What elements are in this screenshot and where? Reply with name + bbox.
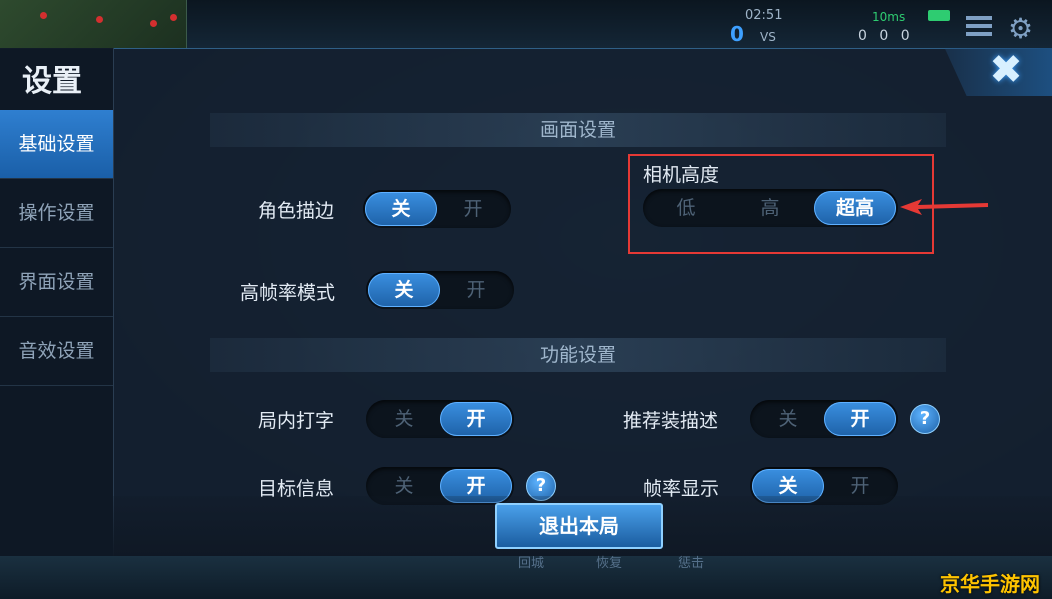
outline-on-option[interactable]: 开 <box>437 192 509 226</box>
recommend-desc-off-option[interactable]: 关 <box>752 402 824 436</box>
typing-on-option[interactable]: 开 <box>440 402 512 436</box>
gear-icon[interactable]: ⚙ <box>1008 12 1033 45</box>
minimap-enemy-dot <box>150 20 157 27</box>
outline-off-option[interactable]: 关 <box>365 192 437 226</box>
minimap-enemy-dot <box>170 14 177 21</box>
minimap-enemy-dot <box>96 16 103 23</box>
recommend-help-icon[interactable]: ? <box>910 404 940 434</box>
camera-height-selector[interactable]: 低 高 超高 <box>643 189 898 227</box>
camera-high-option[interactable]: 高 <box>729 191 811 225</box>
vs-label: VS <box>760 30 776 44</box>
high-fps-toggle[interactable]: 关 开 <box>366 271 514 309</box>
recommend-desc-label: 推荐装描述 <box>623 410 719 432</box>
sidebar-item-interface[interactable]: 界面设置 <box>0 248 113 317</box>
smite-skill-label: 惩击 <box>678 556 705 571</box>
typing-label: 局内打字 <box>258 410 335 432</box>
camera-ultra-option[interactable]: 超高 <box>814 191 896 225</box>
heal-skill-label: 恢复 <box>596 556 623 571</box>
kda-readout: 0 0 0 <box>858 28 914 44</box>
hud-menu-icon[interactable] <box>966 16 992 38</box>
recommend-desc-toggle[interactable]: 关 开 <box>750 400 898 438</box>
outline-toggle[interactable]: 关 开 <box>363 190 511 228</box>
exit-match-button[interactable]: 退出本局 <box>495 503 663 549</box>
sidebar-item-audio[interactable]: 音效设置 <box>0 317 113 386</box>
minimap <box>0 0 187 48</box>
high-fps-on-option[interactable]: 开 <box>440 273 512 307</box>
match-timer: 02:51 <box>745 8 783 23</box>
site-watermark: 京华手游网 <box>940 572 1040 596</box>
camera-low-option[interactable]: 低 <box>645 191 727 225</box>
camera-height-label: 相机高度 <box>643 164 720 186</box>
outline-label: 角色描边 <box>258 200 335 222</box>
ping-readout: 10ms <box>872 10 906 24</box>
typing-off-option[interactable]: 关 <box>368 402 440 436</box>
close-icon[interactable]: ✖ <box>986 50 1026 90</box>
team-score: 0 <box>730 22 744 46</box>
high-fps-off-option[interactable]: 关 <box>368 273 440 307</box>
high-fps-label: 高帧率模式 <box>240 282 336 304</box>
section-display: 画面设置 <box>210 113 946 147</box>
typing-toggle[interactable]: 关 开 <box>366 400 514 438</box>
sidebar-item-controls[interactable]: 操作设置 <box>0 179 113 248</box>
recommend-desc-on-option[interactable]: 开 <box>824 402 896 436</box>
battery-icon <box>928 10 950 21</box>
sidebar-item-basic[interactable]: 基础设置 <box>0 110 113 179</box>
recall-skill-label: 回城 <box>518 556 545 571</box>
minimap-enemy-dot <box>40 12 47 19</box>
section-function: 功能设置 <box>210 338 946 372</box>
settings-title: 设置 <box>22 64 82 99</box>
red-arrow-icon <box>900 199 988 215</box>
